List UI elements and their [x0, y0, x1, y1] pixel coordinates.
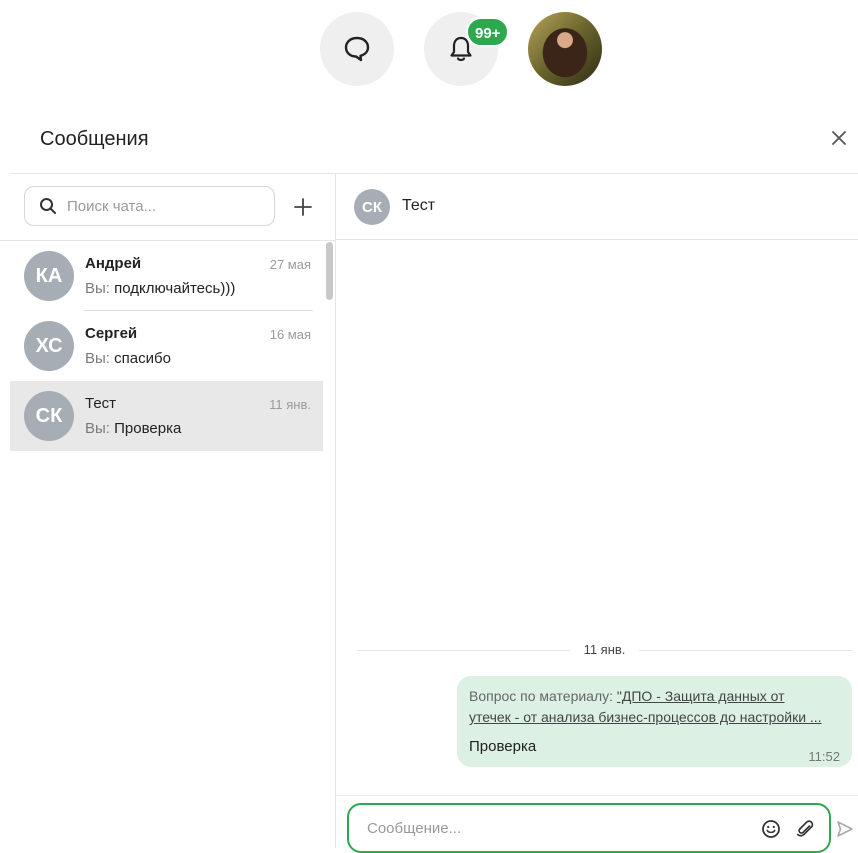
last-message-text: подключайтесь))) — [114, 280, 236, 297]
send-icon[interactable] — [836, 820, 854, 838]
search-input[interactable] — [65, 196, 259, 216]
chat-date: 27 мая — [269, 257, 311, 272]
chat-last-message: Вы: подключайтесь))) — [85, 280, 235, 297]
message-input[interactable] — [365, 818, 749, 838]
messages-button[interactable] — [320, 12, 394, 86]
new-chat-plus-icon[interactable] — [292, 196, 314, 218]
you-label: Вы: — [85, 280, 110, 297]
chat-list-item-active[interactable]: СК Тест 11 янв. Вы: Проверка — [10, 381, 323, 451]
composer-divider — [336, 795, 858, 796]
chat-date: 16 мая — [269, 327, 311, 342]
chat-list-item[interactable]: КА Андрей 27 мая Вы: подключайтесь))) — [10, 241, 323, 311]
conversation-name: Тест — [402, 197, 436, 214]
chat-avatar: КА — [24, 251, 74, 301]
notifications-count-badge: 99+ — [466, 17, 510, 47]
you-label: Вы: — [85, 350, 110, 367]
close-icon[interactable] — [830, 129, 848, 147]
last-message-text: спасибо — [114, 350, 171, 367]
conversation-avatar: СК — [354, 189, 390, 225]
date-separator-label: 11 янв. — [569, 642, 640, 657]
message-quote: Вопрос по материалу: "ДПО - Защита данны… — [469, 686, 840, 728]
chat-list-item[interactable]: ХС Сергей 16 мая Вы: спасибо — [10, 311, 323, 381]
last-message-text: Проверка — [114, 420, 182, 437]
date-separator: 11 янв. — [357, 642, 852, 657]
chat-avatar: СК — [24, 391, 74, 441]
chat-name: Андрей — [85, 255, 142, 272]
material-link[interactable]: "ДПО - Защита данных от — [617, 688, 785, 704]
message-composer[interactable] — [347, 803, 831, 853]
chat-name: Тест — [85, 395, 117, 412]
quote-prefix: Вопрос по материалу: — [469, 688, 614, 704]
chat-avatar: ХС — [24, 321, 74, 371]
chat-list-panel: КА Андрей 27 мая Вы: подключайтесь))) ХС… — [0, 174, 336, 848]
emoji-icon[interactable] — [761, 819, 781, 839]
message-text: Проверка — [469, 738, 537, 755]
chat-search[interactable] — [24, 186, 275, 226]
panel-title: Сообщения — [40, 128, 149, 150]
conversation-header: СК Тест — [336, 174, 858, 240]
chat-last-message: Вы: Проверка — [85, 420, 181, 437]
material-link-continued[interactable]: утечек - от анализа бизнес-процессов до … — [469, 709, 822, 725]
top-bar: 99+ — [0, 0, 858, 100]
paperclip-icon[interactable] — [795, 819, 815, 839]
chat-last-message: Вы: спасибо — [85, 350, 171, 367]
chat-name: Сергей — [85, 325, 138, 342]
you-label: Вы: — [85, 420, 110, 437]
chat-bubble-icon — [344, 36, 370, 62]
chat-date: 11 янв. — [269, 397, 311, 412]
chat-list-scrollbar[interactable] — [326, 242, 333, 300]
message-bubble-outgoing: Вопрос по материалу: "ДПО - Защита данны… — [457, 676, 852, 767]
user-avatar[interactable] — [528, 12, 602, 86]
chat-list: КА Андрей 27 мая Вы: подключайтесь))) ХС… — [10, 241, 323, 451]
message-time: 11:52 — [808, 749, 840, 764]
search-icon — [40, 198, 56, 214]
